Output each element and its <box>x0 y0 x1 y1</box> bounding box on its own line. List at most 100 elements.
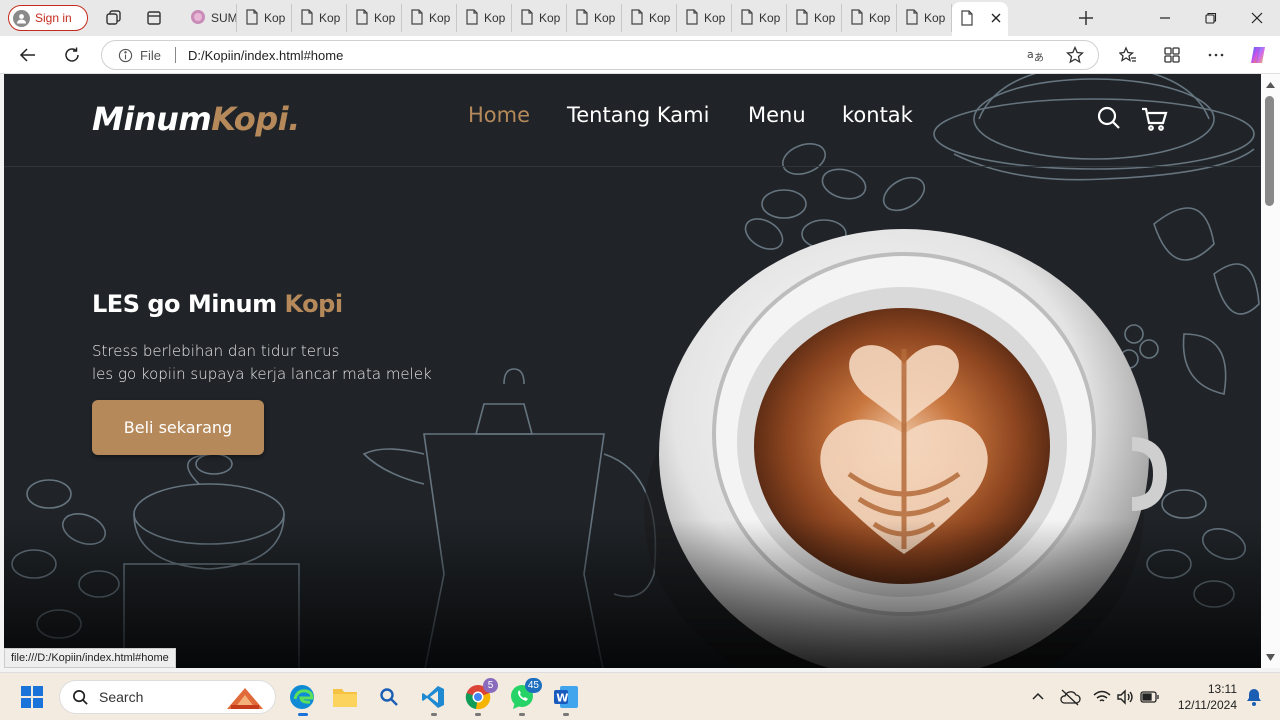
file-page-icon <box>245 8 259 28</box>
close-tab-icon[interactable] <box>991 12 1001 26</box>
collections-icon[interactable] <box>1162 45 1182 65</box>
browser-tab[interactable]: Kop <box>512 4 567 32</box>
buy-now-button[interactable]: Beli sekarang <box>92 400 264 455</box>
tab-label: Kop <box>649 11 671 25</box>
shopping-cart-icon[interactable] <box>1140 105 1168 133</box>
file-page-icon <box>685 8 699 28</box>
restore-button[interactable] <box>1201 8 1221 28</box>
favorite-star-icon[interactable] <box>1065 45 1085 65</box>
workspaces-icon[interactable] <box>103 8 123 28</box>
tab-active[interactable] <box>952 2 1008 36</box>
whatsapp-icon[interactable]: 45 <box>508 678 542 711</box>
taskbar-search-box[interactable]: Search <box>59 680 276 714</box>
browser-tab[interactable]: Kop <box>787 4 842 32</box>
file-page-icon <box>960 9 974 29</box>
webpage-viewport: MinumKopi. Home Tentang Kami Menu kontak… <box>4 74 1261 668</box>
tab-actions-icon[interactable] <box>144 8 164 28</box>
whatsapp-notification-badge: 45 <box>524 678 542 693</box>
logo-main: Minum <box>92 100 212 138</box>
tab-label: Kop <box>924 11 946 25</box>
word-running-indicator <box>563 713 569 716</box>
tab-label: Kop <box>374 11 396 25</box>
address-bar[interactable]: File D:/Kopiin/index.html#home <box>101 40 1099 70</box>
site-info[interactable]: File <box>118 48 161 63</box>
browser-tab[interactable]: SUM <box>182 4 237 32</box>
search-icon[interactable] <box>1096 105 1124 133</box>
browser-tab[interactable]: Kop <box>622 4 677 32</box>
more-options-icon[interactable] <box>1206 45 1226 65</box>
windows-taskbar: Search 5 45 W 13:11 12/11/2024 <box>0 672 1280 720</box>
hero-line-1: Stress berlebihan dan tidur terus <box>92 342 340 360</box>
browser-tab[interactable]: Kop <box>347 4 402 32</box>
browser-tab[interactable]: Kop <box>292 4 347 32</box>
tab-label: Kop <box>704 11 726 25</box>
nav-menu-link[interactable]: Menu <box>748 103 806 127</box>
site-navbar: MinumKopi. Home Tentang Kami Menu kontak <box>4 74 1261 167</box>
search-highlight-icon <box>227 688 263 709</box>
notification-bell-icon[interactable] <box>1240 683 1268 711</box>
tab-label: Kop <box>429 11 451 25</box>
word-icon[interactable]: W <box>552 683 580 711</box>
minimize-button[interactable] <box>1155 8 1175 28</box>
file-page-icon <box>740 8 754 28</box>
new-tab-button[interactable] <box>1076 8 1096 28</box>
nav-home-link[interactable]: Home <box>468 103 530 127</box>
nav-contact-link[interactable]: kontak <box>842 103 913 127</box>
hero-title-accent: Kopi <box>284 290 344 318</box>
search-app-icon[interactable] <box>375 683 403 711</box>
translate-icon[interactable]: aあ <box>1025 45 1045 65</box>
svg-text:W: W <box>556 692 568 705</box>
logo-dot: . <box>288 100 300 138</box>
onedrive-icon[interactable] <box>1056 683 1084 711</box>
tab-label: Kop <box>319 11 341 25</box>
taskbar-search-placeholder: Search <box>99 689 144 705</box>
file-page-icon <box>520 8 534 28</box>
copilot-icon[interactable] <box>1248 45 1268 65</box>
system-clock[interactable]: 13:11 12/11/2024 <box>1172 681 1237 713</box>
page-scrollbar[interactable] <box>1261 74 1280 668</box>
battery-icon[interactable] <box>1136 683 1164 711</box>
file-page-icon <box>575 8 589 28</box>
tab-label: Kop <box>484 11 506 25</box>
file-page-icon <box>300 8 314 28</box>
link-status-bar: file:///D:/Kopiin/index.html#home <box>4 648 176 668</box>
url-text[interactable]: D:/Kopiin/index.html#home <box>188 48 343 63</box>
refresh-icon[interactable] <box>62 45 82 65</box>
info-icon <box>118 48 133 62</box>
back-arrow-icon[interactable] <box>18 45 38 65</box>
browser-tab[interactable]: Kop <box>402 4 457 32</box>
browser-tab[interactable]: Kop <box>457 4 512 32</box>
browser-tab[interactable]: Kop <box>897 4 952 32</box>
file-explorer-icon[interactable] <box>331 683 359 711</box>
show-hidden-icons-chevron-icon[interactable] <box>1024 683 1052 711</box>
scrollbar-thumb[interactable] <box>1265 96 1274 206</box>
hero-description: Stress berlebihan dan tidur terus les go… <box>92 340 432 386</box>
chrome-icon[interactable]: 5 <box>464 678 498 711</box>
browser-tab[interactable]: Kop <box>842 4 897 32</box>
windows-start-icon[interactable] <box>18 683 46 711</box>
file-page-icon <box>465 8 479 28</box>
nav-about-link[interactable]: Tentang Kami <box>567 103 709 127</box>
browser-tab[interactable]: Kop <box>732 4 787 32</box>
file-page-icon <box>850 8 864 28</box>
scheme-label: File <box>140 47 161 63</box>
sign-in-button[interactable]: Sign in <box>8 5 88 31</box>
tab-label: Kop <box>264 11 286 25</box>
vscode-icon[interactable] <box>419 683 447 711</box>
browser-tab[interactable]: Kop <box>567 4 622 32</box>
sign-in-label: Sign in <box>35 11 72 25</box>
clock-date: 12/11/2024 <box>1177 698 1237 712</box>
site-logo[interactable]: MinumKopi. <box>92 100 300 138</box>
favorites-icon[interactable] <box>1118 45 1138 65</box>
chrome-notification-badge: 5 <box>483 678 498 693</box>
edge-browser-icon[interactable] <box>288 683 316 711</box>
close-window-button[interactable] <box>1247 8 1267 28</box>
file-page-icon <box>355 8 369 28</box>
chrome-running-indicator <box>475 713 481 716</box>
tab-label: Kop <box>869 11 891 25</box>
hero-line-2: les go kopiin supaya kerja lancar mata m… <box>92 365 432 383</box>
tab-label: SUM <box>211 11 237 25</box>
browser-tab[interactable]: Kop <box>677 4 732 32</box>
browser-tab[interactable]: Kop <box>237 4 292 32</box>
volume-icon[interactable] <box>1111 683 1139 711</box>
